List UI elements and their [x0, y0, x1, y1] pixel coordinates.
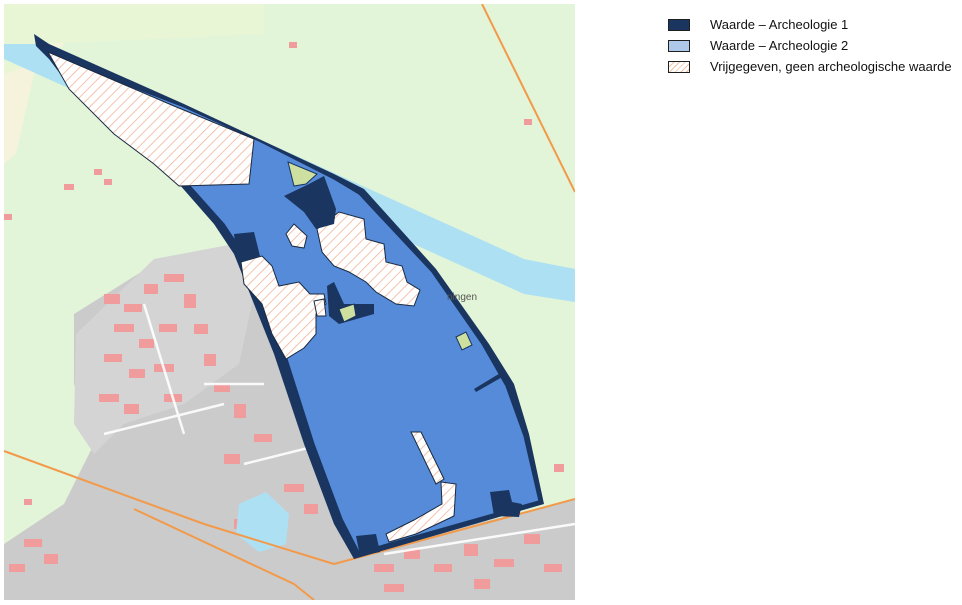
- legend-swatch-waarde-1: [668, 18, 690, 31]
- legend-label: Waarde – Archeologie 2: [710, 38, 849, 53]
- legend: Waarde – Archeologie 1 Waarde – Archeolo…: [668, 14, 952, 77]
- legend-swatch-vrijgegeven: [668, 60, 690, 73]
- legend-label: Vrijgegeven, geen archeologische waarde: [710, 59, 952, 74]
- legend-swatch-waarde-2: [668, 39, 690, 52]
- legend-item-waarde-1: Waarde – Archeologie 1: [668, 14, 952, 35]
- legend-item-vrijgegeven: Vrijgegeven, geen archeologische waarde: [668, 56, 952, 77]
- legend-item-waarde-2: Waarde – Archeologie 2: [668, 35, 952, 56]
- map-view[interactable]: ningen: [4, 4, 575, 600]
- legend-label: Waarde – Archeologie 1: [710, 17, 849, 32]
- place-label: ningen: [447, 292, 477, 303]
- map-canvas: ningen: [4, 4, 575, 600]
